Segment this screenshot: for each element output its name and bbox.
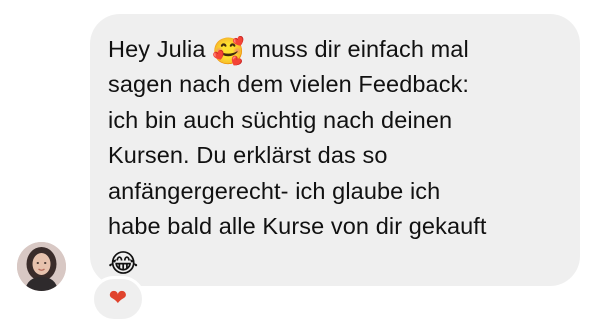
avatar-photo — [17, 242, 66, 291]
smiling-face-with-hearts-icon: 🥰 — [212, 37, 245, 67]
message-line: ich bin auch süchtig nach deinen — [108, 106, 453, 133]
message-line: sagen nach dem vielen Feedback: — [108, 71, 470, 98]
message-line: anfängergerecht- ich glaube ich — [108, 177, 441, 204]
message-line: habe bald alle Kurse von dir gekauft — [108, 213, 487, 240]
heart-icon: ❤ — [108, 286, 128, 311]
face-with-tears-of-joy-icon: 😂 — [108, 249, 139, 280]
reaction-badge[interactable]: ❤ — [91, 276, 145, 322]
message-line: Hey Julia 🥰 muss dir einfach mal — [108, 36, 469, 67]
message-line: Kursen. Du erklärst das so — [108, 142, 388, 169]
message-text: Hey Julia 🥰 muss dir einfach mal sagen n… — [108, 32, 578, 280]
avatar[interactable] — [17, 242, 66, 291]
message-row: Hey Julia 🥰 muss dir einfach mal sagen n… — [0, 0, 616, 336]
message-line: 😂 — [108, 244, 578, 279]
